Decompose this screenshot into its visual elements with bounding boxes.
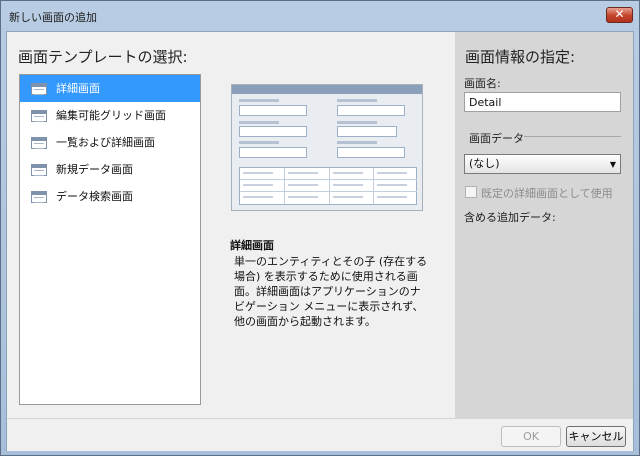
screen-data-select[interactable]: (なし) ▼ bbox=[464, 154, 621, 174]
screen-info-pane: 画面情報の指定: 画面名: 画面データ (なし) ▼ 既定の詳細画面として使用 … bbox=[455, 32, 633, 418]
default-detail-checkbox[interactable] bbox=[465, 186, 477, 198]
screen-data-divider bbox=[524, 136, 621, 137]
editable-grid-icon bbox=[31, 110, 47, 122]
additional-data-label: 含める追加データ: bbox=[464, 211, 556, 224]
title-bar[interactable]: 新しい画面の追加 ✕ bbox=[1, 1, 639, 31]
template-item-label: 一覧および詳細画面 bbox=[56, 136, 155, 149]
template-description-title: 詳細画面 bbox=[230, 239, 274, 252]
template-item-search-data[interactable]: データ検索画面 bbox=[20, 183, 200, 210]
close-icon: ✕ bbox=[614, 7, 625, 21]
default-detail-label: 既定の詳細画面として使用 bbox=[481, 187, 613, 200]
dialog-client: 画面テンプレートの選択: 詳細画面 編集可能グリッド画面 一覧および詳細画面 新… bbox=[6, 31, 634, 451]
template-item-label: データ検索画面 bbox=[56, 190, 133, 203]
new-data-icon bbox=[31, 164, 47, 176]
detail-screen-icon bbox=[31, 83, 47, 95]
screen-info-title: 画面情報の指定: bbox=[465, 48, 576, 66]
template-section-title: 画面テンプレートの選択: bbox=[18, 48, 188, 66]
list-detail-icon bbox=[31, 137, 47, 149]
screen-data-selected-value: (なし) bbox=[469, 157, 500, 170]
search-data-icon bbox=[31, 191, 47, 203]
template-item-new-data[interactable]: 新規データ画面 bbox=[20, 156, 200, 183]
screen-name-label: 画面名: bbox=[464, 77, 501, 90]
template-item-label: 詳細画面 bbox=[56, 82, 100, 95]
close-button[interactable]: ✕ bbox=[606, 7, 633, 23]
cancel-button[interactable]: キャンセル bbox=[566, 426, 626, 447]
template-item-editable-grid[interactable]: 編集可能グリッド画面 bbox=[20, 102, 200, 129]
preview-grid bbox=[239, 167, 417, 205]
window-title: 新しい画面の追加 bbox=[9, 11, 97, 24]
screen-name-input[interactable] bbox=[464, 92, 621, 112]
dialog-window: 新しい画面の追加 ✕ 画面テンプレートの選択: 詳細画面 編集可能グリッド画面 … bbox=[0, 0, 640, 456]
screen-data-label: 画面データ bbox=[469, 132, 524, 145]
preview-title-bar bbox=[232, 85, 422, 94]
chevron-down-icon: ▼ bbox=[609, 160, 616, 169]
template-preview-image bbox=[231, 84, 423, 211]
dialog-footer: OK キャンセル bbox=[7, 418, 633, 451]
template-description: 単一のエンティティとその子 (存在する場合) を表示するために使用される画面。詳… bbox=[234, 255, 428, 328]
template-item-label: 編集可能グリッド画面 bbox=[56, 109, 166, 122]
template-item-detail[interactable]: 詳細画面 bbox=[20, 75, 200, 102]
template-pane: 画面テンプレートの選択: 詳細画面 編集可能グリッド画面 一覧および詳細画面 新… bbox=[7, 32, 454, 418]
template-list[interactable]: 詳細画面 編集可能グリッド画面 一覧および詳細画面 新規データ画面 データ検索画… bbox=[19, 74, 201, 405]
ok-button[interactable]: OK bbox=[501, 426, 561, 447]
template-item-label: 新規データ画面 bbox=[56, 163, 133, 176]
template-item-list-detail[interactable]: 一覧および詳細画面 bbox=[20, 129, 200, 156]
